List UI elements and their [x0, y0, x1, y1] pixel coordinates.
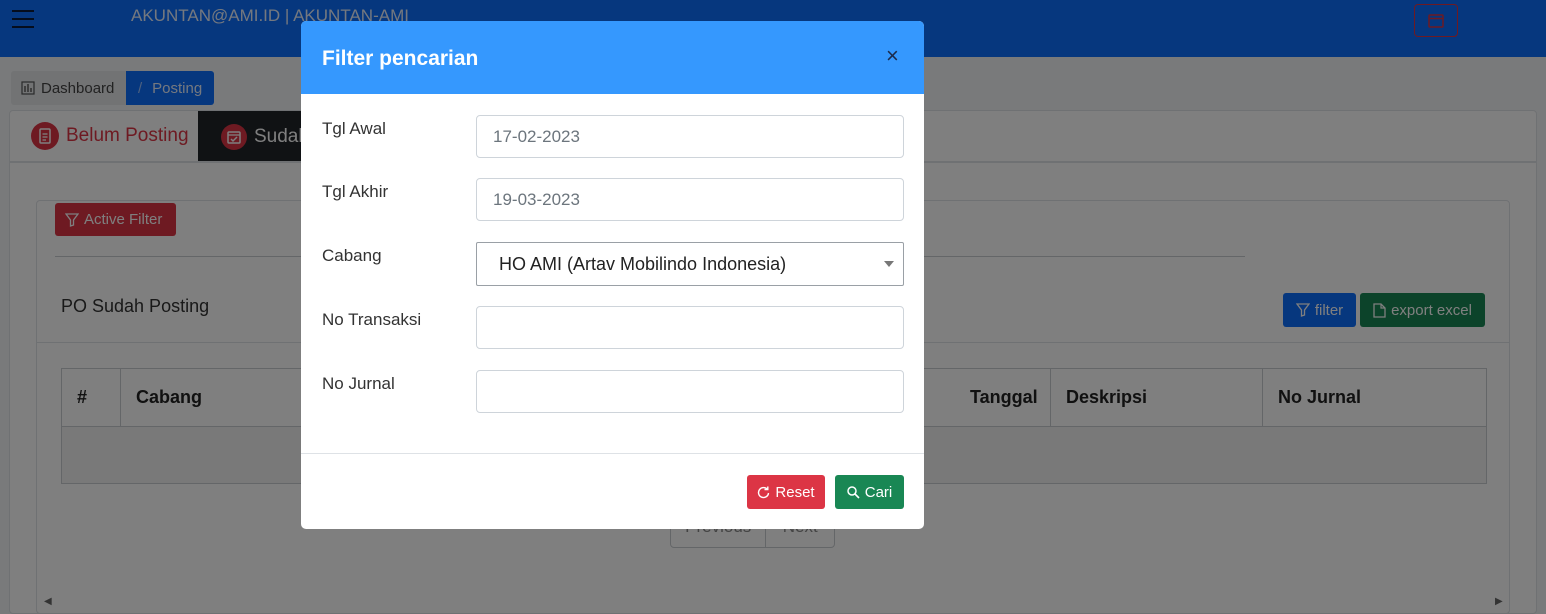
search-button-label: Cari	[864, 483, 893, 501]
modal-title: Filter pencarian	[322, 47, 479, 70]
refresh-icon	[758, 486, 770, 498]
reset-button[interactable]: Reset	[747, 475, 825, 509]
tgl-awal-input[interactable]: 17-02-2023	[476, 115, 904, 158]
cabang-select[interactable]: HO AMI (Artav Mobilindo Indonesia)	[476, 242, 904, 286]
tgl-akhir-label: Tgl Akhir	[322, 182, 389, 201]
cabang-selected-value: HO AMI (Artav Mobilindo Indonesia)	[499, 253, 787, 274]
no-transaksi-label: No Transaksi	[322, 310, 422, 329]
no-jurnal-label: No Jurnal	[322, 374, 395, 393]
modal-footer-divider	[301, 453, 924, 454]
no-transaksi-input[interactable]	[476, 306, 904, 349]
tgl-awal-label: Tgl Awal	[322, 119, 386, 138]
tgl-akhir-input[interactable]: 19-03-2023	[476, 178, 904, 221]
filter-modal: Filter pencarian × Tgl Awal 17-02-2023 T…	[301, 21, 924, 529]
search-icon	[846, 485, 860, 499]
no-jurnal-input[interactable]	[476, 370, 904, 413]
close-icon[interactable]: ×	[886, 45, 899, 67]
reset-button-label: Reset	[775, 483, 815, 501]
modal-header: Filter pencarian ×	[301, 21, 924, 94]
search-button[interactable]: Cari	[835, 475, 904, 509]
chevron-down-icon	[884, 261, 894, 267]
cabang-label: Cabang	[322, 246, 382, 265]
